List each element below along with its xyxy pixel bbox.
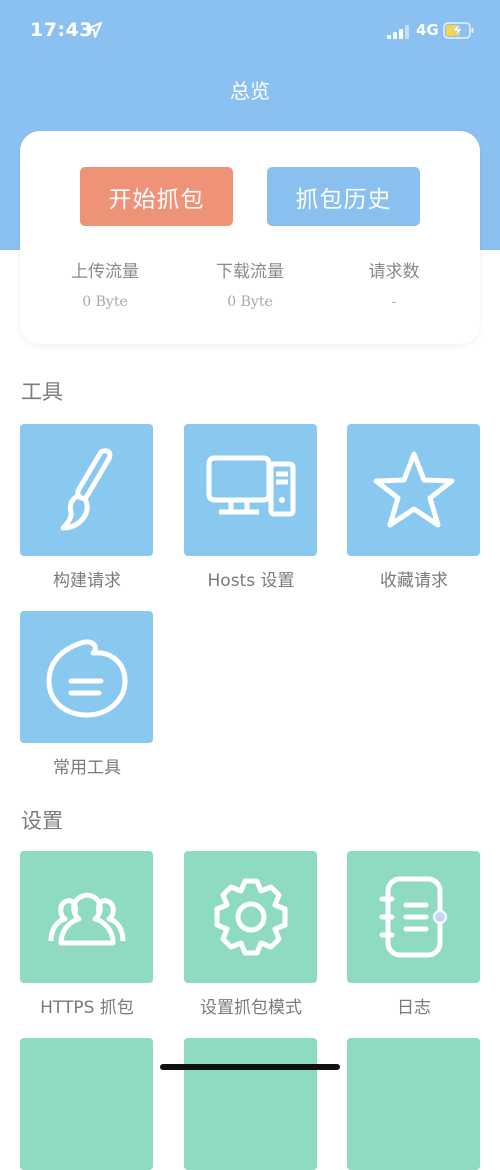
- network-type: 4G: [416, 21, 439, 39]
- chat-bubble-icon: [46, 639, 127, 718]
- common-tools-label: 常用工具: [53, 758, 121, 778]
- hosts-settings-label: Hosts 设置: [207, 571, 295, 591]
- download-traffic-stat: 下载流量 0 Byte: [175, 257, 325, 310]
- star-icon: [373, 451, 454, 528]
- page-title: 总览: [230, 79, 270, 103]
- capture-summary-card: 开始抓包 抓包历史 上传流量 0 Byte 下载流量 0 Byte 请求数 -: [20, 131, 480, 344]
- request-count-stat: 请求数 -: [319, 257, 469, 310]
- paintbrush-icon: [60, 448, 112, 531]
- users-icon: [48, 892, 125, 946]
- home-indicator[interactable]: [160, 1064, 340, 1070]
- settings-tile-partial[interactable]: [184, 1038, 317, 1170]
- desktop-computer-icon: [206, 455, 295, 517]
- capture-mode-label: 设置抓包模式: [200, 998, 302, 1018]
- download-traffic-value: 0 Byte: [227, 294, 273, 310]
- status-bar: 17:43 4G: [0, 0, 500, 62]
- start-capture-button[interactable]: 开始抓包: [80, 167, 233, 226]
- upload-traffic-stat: 上传流量 0 Byte: [30, 257, 180, 310]
- upload-traffic-label: 上传流量: [71, 262, 139, 282]
- favorite-requests-label: 收藏请求: [380, 571, 448, 591]
- upload-traffic-value: 0 Byte: [82, 294, 128, 310]
- capture-history-button[interactable]: 抓包历史: [267, 167, 420, 226]
- battery-charging-icon: [443, 22, 474, 39]
- settings-tile-partial[interactable]: [20, 1038, 153, 1170]
- log-label: 日志: [397, 998, 431, 1018]
- signal-icon: [387, 25, 409, 39]
- common-tools-tile[interactable]: [20, 611, 153, 743]
- build-request-tile[interactable]: [20, 424, 153, 556]
- tools-section-title: 工具: [21, 380, 63, 404]
- hosts-settings-tile[interactable]: [184, 424, 317, 556]
- https-capture-label: HTTPS 抓包: [40, 998, 134, 1018]
- settings-section-title: 设置: [21, 809, 63, 833]
- build-request-label: 构建请求: [53, 571, 121, 591]
- log-tile[interactable]: [347, 851, 480, 983]
- location-arrow-icon: [86, 22, 102, 38]
- request-count-label: 请求数: [368, 262, 420, 282]
- favorite-requests-tile[interactable]: [347, 424, 480, 556]
- https-capture-tile[interactable]: [20, 851, 153, 983]
- status-time: 17:43: [30, 19, 93, 41]
- settings-tile-partial[interactable]: [347, 1038, 480, 1170]
- download-traffic-label: 下载流量: [216, 262, 284, 282]
- gear-icon: [214, 878, 287, 956]
- request-count-value: -: [391, 294, 397, 310]
- capture-mode-tile[interactable]: [184, 851, 317, 983]
- notebook-icon: [379, 876, 447, 958]
